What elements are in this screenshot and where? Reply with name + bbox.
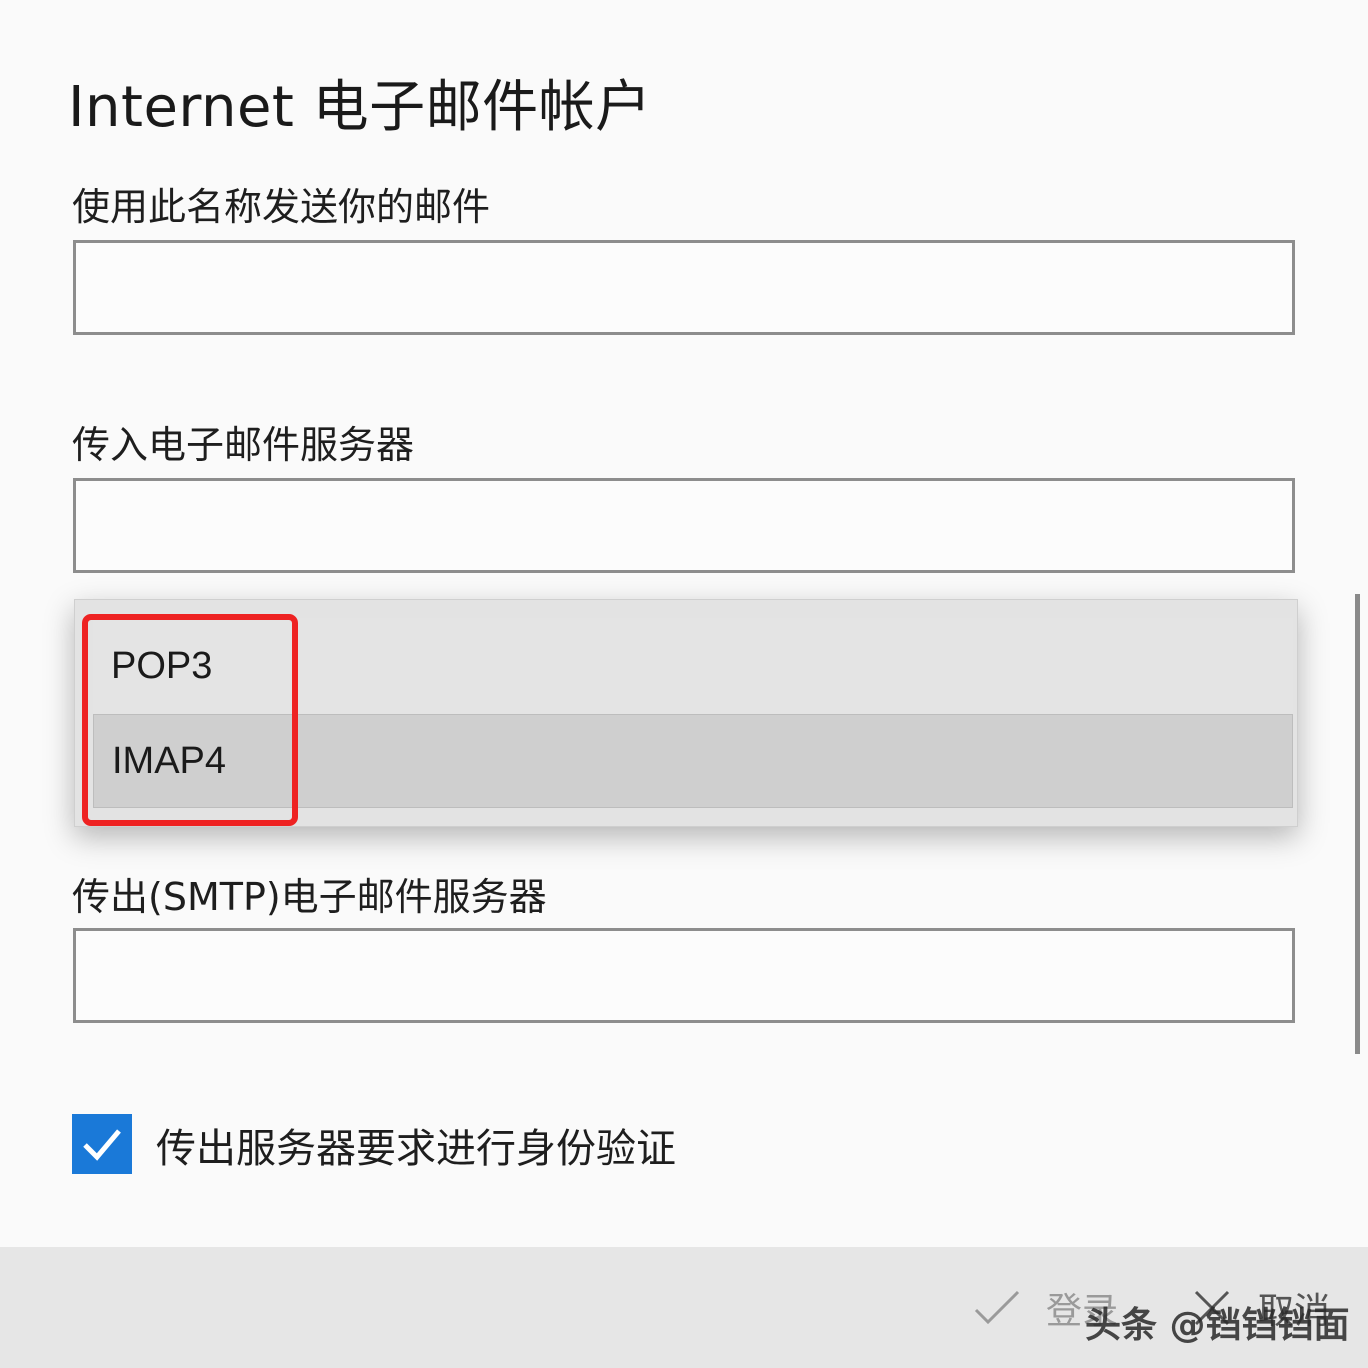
footer-bar: 登录 取消	[0, 1247, 1368, 1368]
auth-checkbox[interactable]	[72, 1114, 132, 1174]
login-button[interactable]: 登录	[972, 1247, 1118, 1368]
sender-name-label: 使用此名称发送你的邮件	[72, 185, 491, 229]
check-icon	[974, 1290, 1020, 1324]
close-icon	[1194, 1290, 1230, 1325]
outgoing-server-label: 传出(SMTP)电子邮件服务器	[72, 875, 547, 919]
scrollbar[interactable]	[1355, 594, 1360, 1054]
option-pop3[interactable]: POP3	[93, 618, 1293, 714]
auth-checkbox-label: 传出服务器要求进行身份验证	[156, 1126, 676, 1172]
checkmark-icon	[83, 1129, 121, 1161]
account-type-dropdown[interactable]: POP3 IMAP4	[74, 599, 1298, 827]
option-imap4[interactable]: IMAP4	[93, 714, 1293, 808]
cancel-button[interactable]: 取消	[1190, 1247, 1330, 1368]
incoming-server-label: 传入电子邮件服务器	[72, 423, 415, 467]
outgoing-server-input[interactable]	[73, 928, 1295, 1023]
dialog-title: Internet 电子邮件帐户	[68, 75, 652, 140]
incoming-server-input[interactable]	[73, 478, 1295, 573]
login-label: 登录	[1046, 1290, 1119, 1332]
cancel-label: 取消	[1258, 1290, 1331, 1332]
sender-name-input[interactable]	[73, 240, 1295, 335]
